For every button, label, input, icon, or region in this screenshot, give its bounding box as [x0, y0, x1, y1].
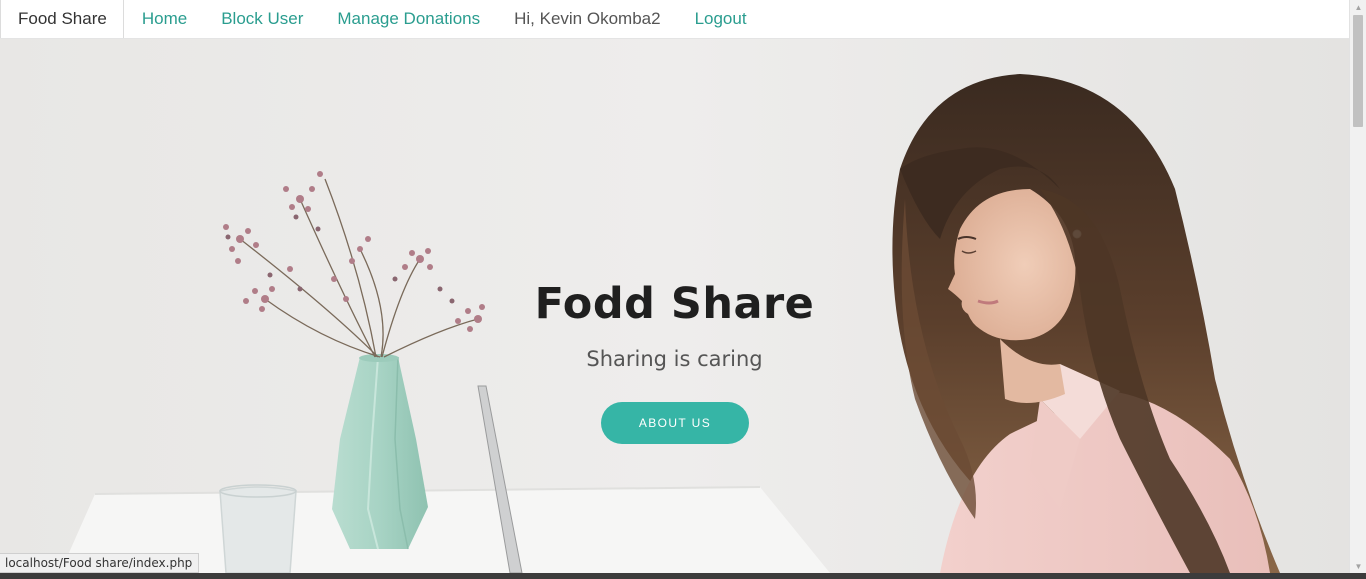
vertical-scrollbar[interactable]: ▲ ▼ — [1349, 0, 1366, 573]
hero-content: Fodd Share Sharing is caring ABOUT US — [0, 39, 1349, 573]
about-us-button[interactable]: ABOUT US — [601, 402, 749, 444]
nav-block-user-link[interactable]: Block User — [204, 0, 320, 38]
hero-title: Fodd Share — [534, 279, 815, 329]
hero-section: Fodd Share Sharing is caring ABOUT US — [0, 39, 1349, 573]
hero-subtitle: Sharing is caring — [586, 347, 763, 371]
nav-home-link[interactable]: Home — [124, 0, 204, 38]
scroll-up-arrow-icon[interactable]: ▲ — [1350, 0, 1366, 14]
top-navbar: Food Share Home Block User Manage Donati… — [0, 0, 1349, 39]
bottom-edge-strip — [0, 573, 1366, 579]
nav-manage-donations-link[interactable]: Manage Donations — [320, 0, 497, 38]
user-greeting: Hi, Kevin Okomba2 — [514, 9, 661, 28]
logout-link[interactable]: Logout — [678, 0, 764, 38]
status-bar-url: localhost/Food share/index.php — [0, 553, 200, 573]
scrollbar-thumb[interactable] — [1353, 15, 1363, 127]
scroll-down-arrow-icon[interactable]: ▼ — [1350, 559, 1366, 573]
brand-link[interactable]: Food Share — [0, 0, 124, 38]
page: Food Share Home Block User Manage Donati… — [0, 0, 1349, 573]
